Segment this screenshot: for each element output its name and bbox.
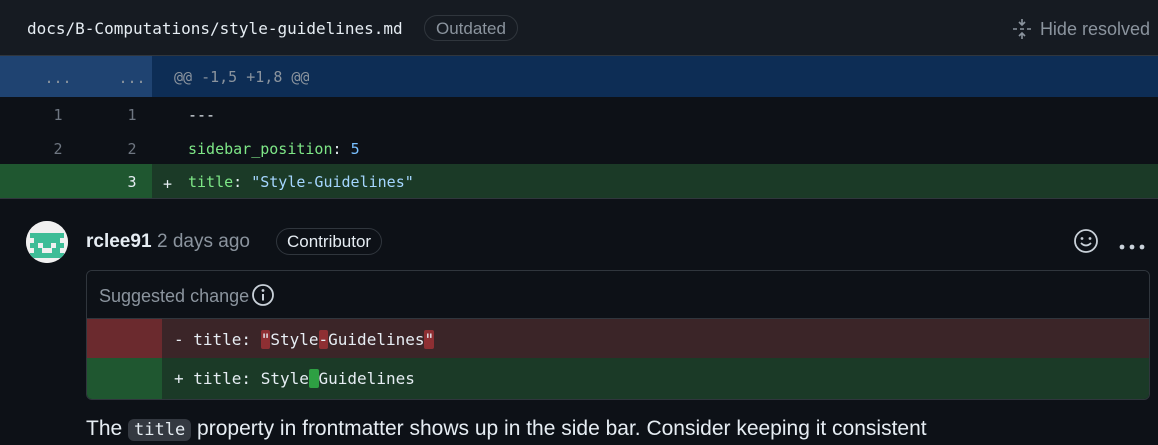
removed-text: Style: [270, 330, 319, 349]
add-reaction-button[interactable]: [1073, 228, 1099, 254]
expand-down-button[interactable]: ...: [102, 69, 162, 87]
removed-text: Guidelines: [328, 330, 425, 349]
added-prefix: + title:: [174, 369, 261, 388]
removed-highlight: ": [260, 330, 271, 349]
comment-body: The title property in frontmatter shows …: [86, 417, 927, 441]
hunk-row: ... ... @@ -1,5 +1,8 @@: [0, 56, 1158, 97]
diff-view: ... ... @@ -1,5 +1,8 @@ 1 1 --- 2 2 side…: [0, 56, 1158, 198]
added-gutter: [87, 358, 162, 399]
suggested-change-title: Suggested change: [99, 286, 250, 306]
removed-gutter: [87, 319, 162, 358]
code-line: ---: [188, 106, 216, 124]
comment-text-before: The: [86, 417, 129, 440]
comment-time[interactable]: 2 days ago: [157, 231, 250, 253]
hide-resolved-button[interactable]: Hide resolved: [1012, 17, 1150, 41]
added-text: Guidelines: [318, 369, 415, 388]
added-text: Style: [260, 369, 309, 388]
yaml-sep: :: [233, 173, 252, 191]
file-path[interactable]: docs/B-Computations/style-guidelines.md: [27, 19, 403, 38]
yaml-value: "Style-Guidelines": [251, 173, 414, 191]
code-line: sidebar_position: 5: [188, 140, 360, 158]
yaml-value: 5: [350, 139, 360, 158]
old-line-number[interactable]: 2: [28, 140, 88, 158]
suggested-change-header: Suggested change: [87, 271, 1149, 319]
review-comment: rclee91 2 days ago Contributor Suggested…: [0, 198, 1158, 445]
avatar[interactable]: [26, 221, 68, 263]
hide-resolved-label: Hide resolved: [1039, 18, 1150, 39]
outdated-badge: Outdated: [424, 15, 518, 41]
suggestion-added-line: + title: Style Guidelines: [87, 358, 1149, 399]
diff-line: 2 2 sidebar_position: 5: [0, 131, 1158, 165]
inline-code: title: [128, 419, 192, 441]
new-line-number[interactable]: 1: [102, 106, 162, 124]
yaml-sep: :: [332, 139, 351, 158]
kebab-icon: [1119, 244, 1145, 250]
more-options-button[interactable]: [1119, 237, 1145, 255]
new-line-number[interactable]: 3: [102, 173, 162, 191]
yaml-key: title: [188, 173, 234, 191]
unfold-icon: [1012, 19, 1031, 39]
yaml-key: sidebar_position: [188, 139, 333, 158]
new-line-number[interactable]: 2: [102, 140, 162, 158]
contributor-badge: Contributor: [276, 228, 383, 255]
diff-line: 1 1 ---: [0, 97, 1158, 131]
identicon-icon: [26, 221, 68, 263]
suggestion-removed-line: - title: "Style-Guidelines": [87, 319, 1149, 358]
old-line-number[interactable]: 1: [28, 106, 88, 124]
smiley-icon: [1074, 229, 1098, 253]
removed-prefix: - title:: [174, 330, 261, 349]
code-line: title: "Style-Guidelines": [188, 173, 414, 191]
expand-up-button[interactable]: ...: [28, 69, 88, 87]
file-header: docs/B-Computations/style-guidelines.md …: [0, 0, 1158, 56]
diff-line-added: 3 + title: "Style-Guidelines": [0, 164, 1158, 198]
suggested-change-box: Suggested change - title: "Style-Guideli…: [86, 270, 1150, 400]
removed-highlight: ": [424, 330, 435, 349]
added-marker: +: [163, 175, 173, 193]
added-code: + title: Style Guidelines: [174, 369, 415, 388]
comment-text-after: property in frontmatter shows up in the …: [191, 417, 927, 440]
hunk-header: @@ -1,5 +1,8 @@: [174, 68, 310, 86]
removed-code: - title: "Style-Guidelines": [174, 330, 435, 349]
added-highlight: [308, 369, 319, 388]
author-name[interactable]: rclee91: [86, 231, 152, 253]
removed-highlight: -: [318, 330, 329, 349]
info-icon[interactable]: [251, 283, 275, 307]
